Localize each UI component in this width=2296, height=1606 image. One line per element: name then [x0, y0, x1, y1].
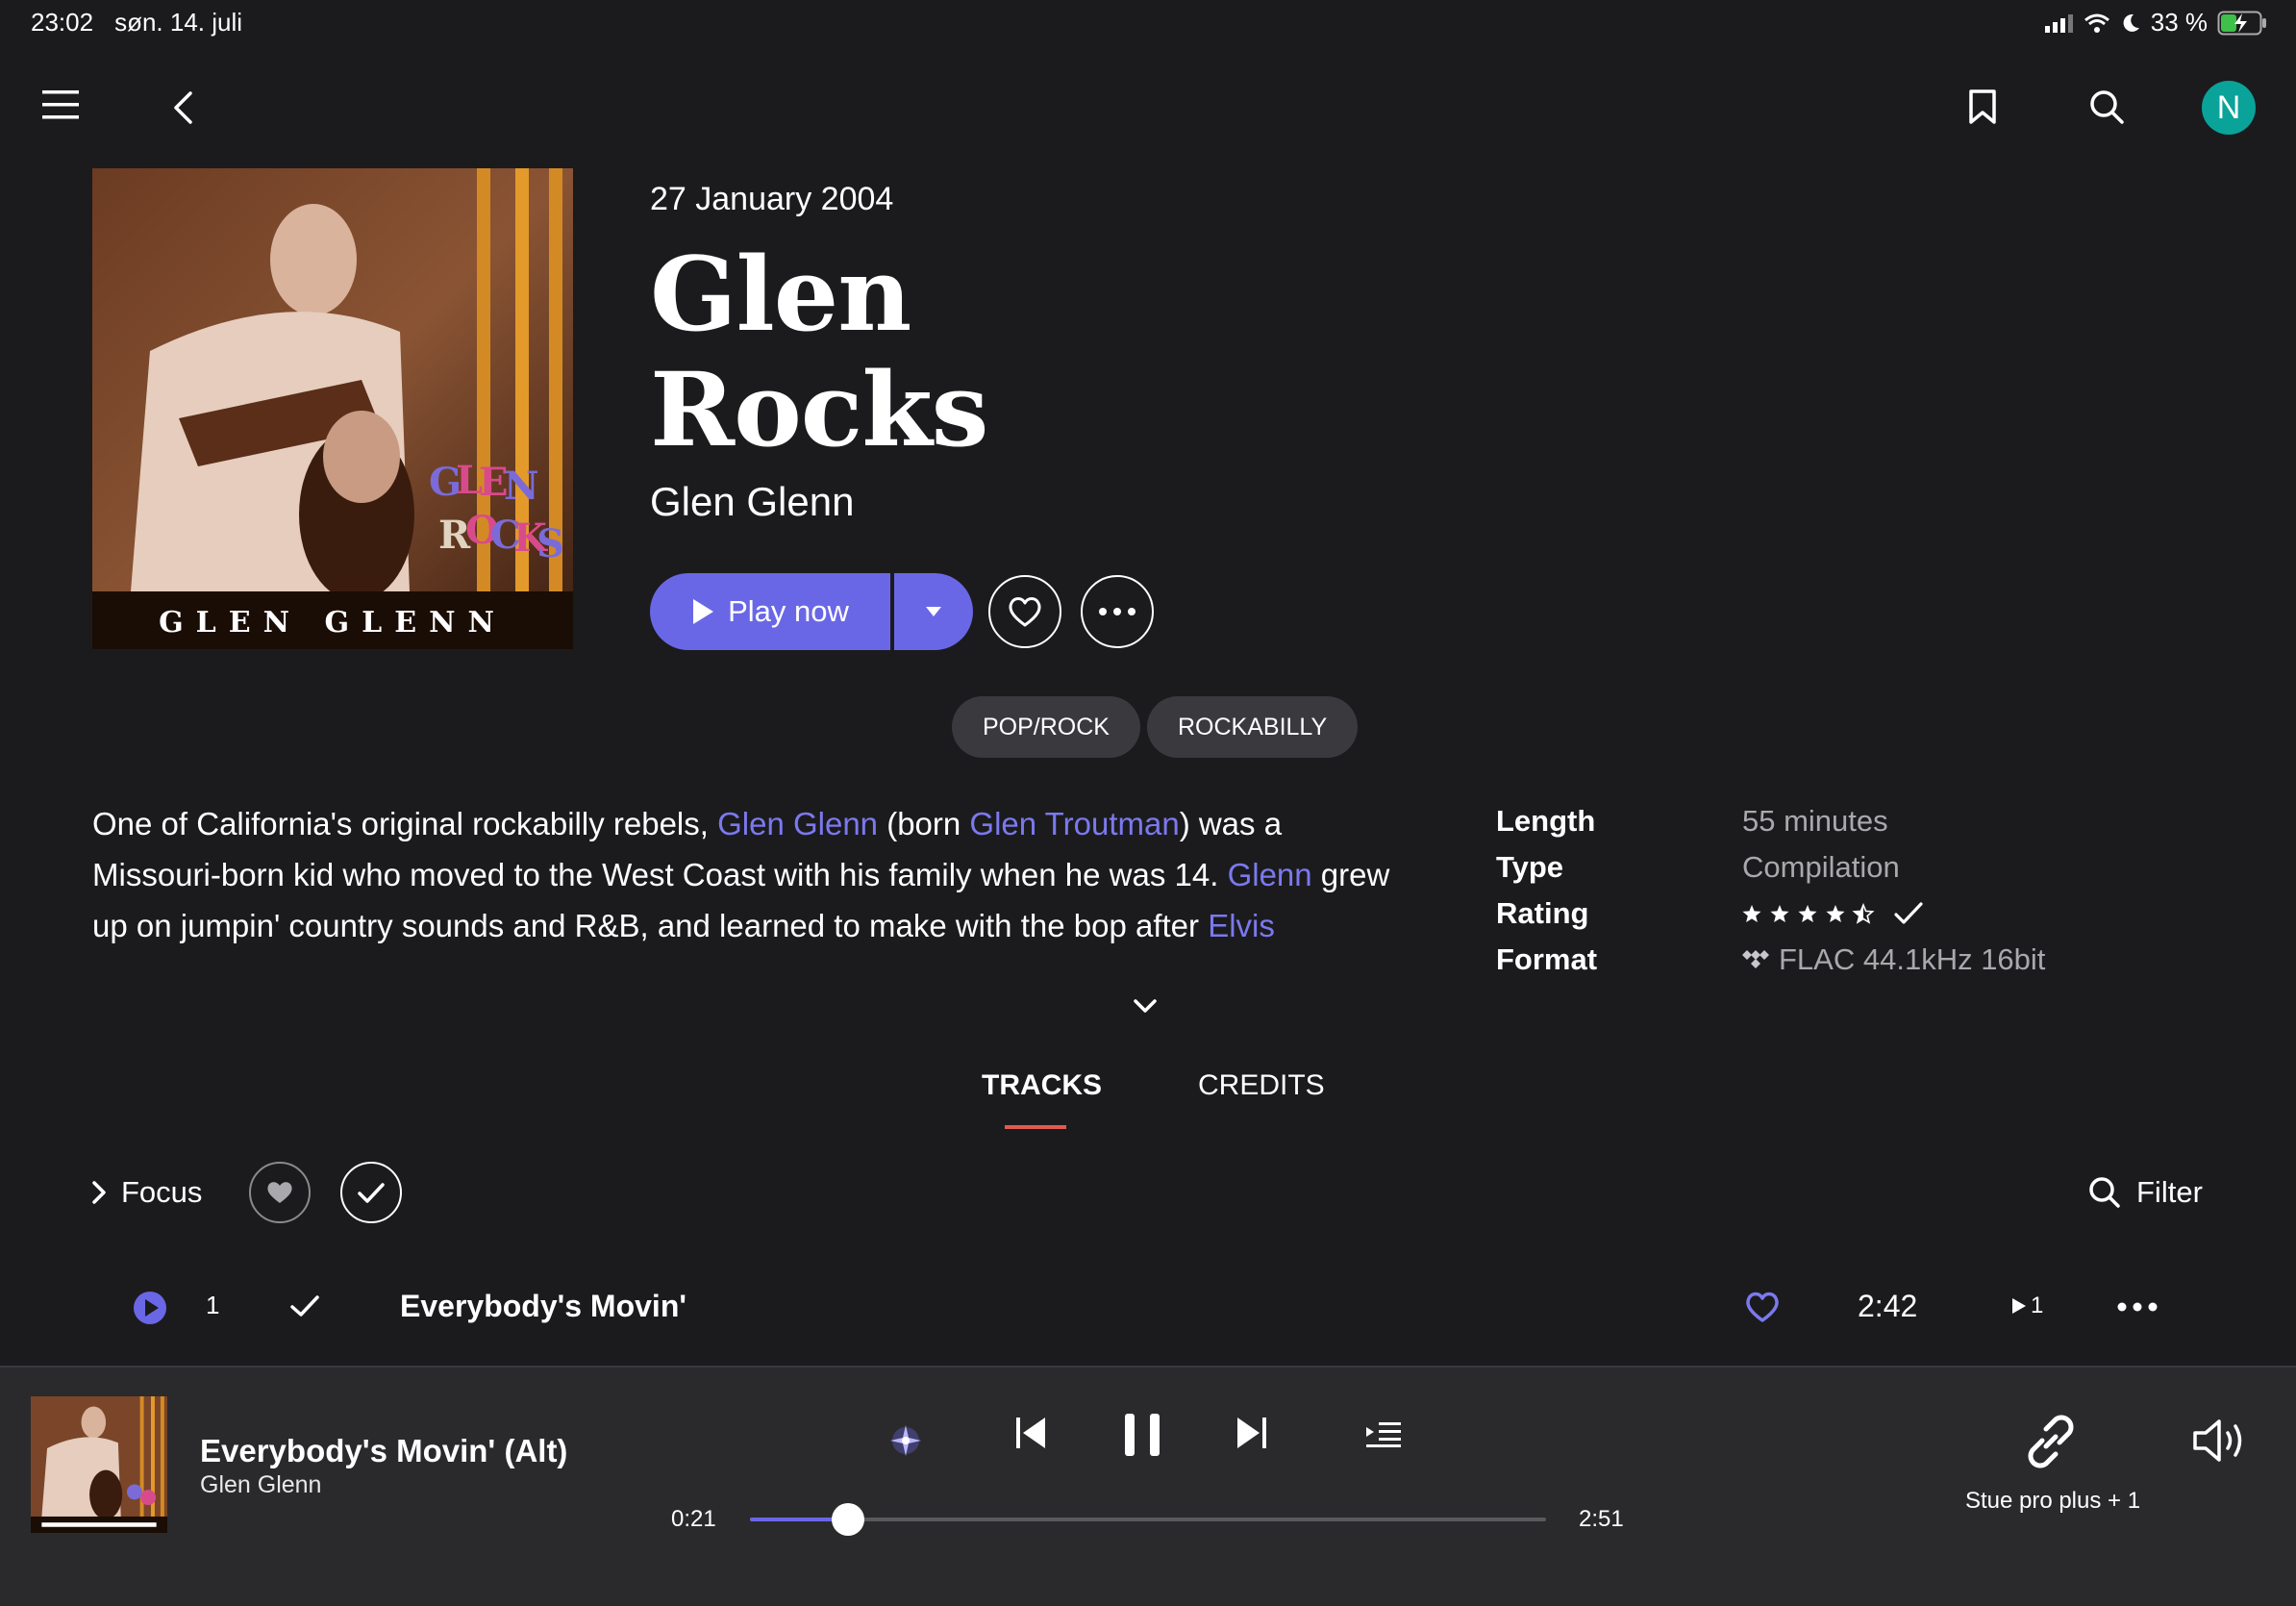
genre-chip-pop-rock[interactable]: POP/ROCK: [952, 696, 1140, 758]
search-icon[interactable]: [2088, 88, 2125, 125]
now-playing-bar: [0, 1366, 2296, 1606]
track-play-icon[interactable]: [133, 1291, 167, 1325]
link-glenn[interactable]: Glenn: [1228, 857, 1312, 892]
meta-value-format: FLAC 44.1kHz 16bit: [1779, 942, 2046, 976]
queue-icon[interactable]: [1365, 1419, 1402, 1448]
checkmark-icon: [358, 1182, 385, 1203]
play-button-group: Play now: [650, 573, 973, 650]
album-title-line-1: Glen: [650, 234, 911, 354]
album-cover: GLEN ROCKS GLEN GLENN: [92, 168, 573, 649]
more-options-button[interactable]: [1081, 575, 1154, 648]
wifi-icon: [2084, 13, 2110, 34]
genre-chip-rockabilly[interactable]: ROCKABILLY: [1147, 696, 1359, 758]
meta-value-type: Compilation: [1742, 850, 1900, 884]
chevron-right-icon: [92, 1181, 106, 1204]
filter-button[interactable]: Filter: [2088, 1175, 2203, 1210]
status-bar-left: 23:02 søn. 14. juli: [31, 8, 242, 38]
battery-charging-icon: [2217, 11, 2267, 36]
track-owned-checkmark-icon: [290, 1294, 319, 1317]
expand-description-chevron-icon[interactable]: [1133, 998, 1158, 1014]
total-time: 2:51: [1579, 1506, 1624, 1532]
status-time: 23:02: [31, 8, 94, 37]
description-text: (born: [878, 806, 970, 841]
album-title: Glen Rocks: [650, 237, 1419, 467]
meta-label-rating: Rating: [1496, 896, 1589, 930]
now-playing-artist[interactable]: Glen Glenn: [200, 1471, 321, 1499]
track-more-icon[interactable]: [2117, 1302, 2158, 1312]
link-glen-glenn[interactable]: Glen Glenn: [717, 806, 878, 841]
filter-owned-button[interactable]: [340, 1162, 402, 1223]
active-tab-indicator: [1005, 1125, 1066, 1129]
focus-label: Focus: [121, 1175, 203, 1209]
next-track-icon[interactable]: [1235, 1416, 1267, 1450]
focus-toggle[interactable]: Focus: [92, 1175, 202, 1210]
filter-favorites-button[interactable]: [249, 1162, 311, 1223]
radio-sparkle-icon[interactable]: [885, 1419, 927, 1462]
volume-icon[interactable]: [2192, 1418, 2250, 1464]
now-playing-cover[interactable]: [31, 1396, 167, 1533]
signal-icon: [2044, 13, 2074, 33]
more-dots-icon: [1098, 608, 1136, 615]
previous-track-icon[interactable]: [1015, 1416, 1048, 1450]
track-title[interactable]: Everybody's Movin': [400, 1289, 686, 1324]
heart-filled-icon: [266, 1181, 293, 1204]
favorite-button[interactable]: [988, 575, 1061, 648]
back-arrow-icon[interactable]: [171, 90, 194, 125]
star-rating-icon: [1742, 902, 1923, 924]
tab-tracks[interactable]: TRACKS: [982, 1069, 1102, 1102]
now-playing-title[interactable]: Everybody's Movin' (Alt): [200, 1433, 567, 1469]
battery-percent: 33 %: [2150, 8, 2208, 37]
track-play-count: 1: [2011, 1292, 2043, 1319]
track-duration: 2:42: [1858, 1289, 1918, 1323]
album-title-line-2: Rocks: [650, 349, 988, 469]
status-bar-right: 33 %: [2044, 8, 2267, 38]
meta-value-length: 55 minutes: [1742, 804, 1888, 838]
output-device-name[interactable]: Stue pro plus + 1: [1961, 1487, 2144, 1515]
play-options-dropdown[interactable]: [894, 573, 973, 650]
play-now-button[interactable]: Play now: [650, 573, 890, 650]
track-heart-icon[interactable]: [1744, 1291, 1781, 1323]
progress-track[interactable]: [750, 1518, 1546, 1521]
tidal-icon: [1742, 950, 1769, 969]
tab-credits[interactable]: CREDITS: [1198, 1069, 1325, 1102]
meta-format: FLAC 44.1kHz 16bit: [1742, 942, 2045, 977]
meta-label-format: Format: [1496, 942, 1598, 976]
svg-text:N: N: [504, 464, 539, 509]
moon-icon: [2120, 13, 2141, 34]
play-small-icon: [2011, 1297, 2027, 1315]
status-date: søn. 14. juli: [114, 8, 243, 37]
play-now-label: Play now: [728, 594, 849, 628]
caret-down-icon: [925, 606, 942, 617]
track-number: 1: [206, 1291, 220, 1319]
track-plays-value: 1: [2031, 1292, 2044, 1318]
link-elvis[interactable]: Elvis: [1208, 908, 1275, 943]
elapsed-time: 0:21: [671, 1506, 716, 1532]
link-device-icon[interactable]: [2017, 1408, 2084, 1475]
pause-icon[interactable]: [1123, 1412, 1161, 1458]
play-icon: [691, 598, 714, 625]
heart-icon: [1008, 596, 1042, 627]
svg-text:S: S: [537, 521, 564, 566]
meta-label-type: Type: [1496, 850, 1564, 884]
release-date: 27 January 2004: [650, 181, 894, 217]
meta-label-length: Length: [1496, 804, 1596, 838]
user-avatar[interactable]: N: [2202, 81, 2256, 135]
album-description: One of California's original rockabilly …: [92, 798, 1400, 951]
description-text: One of California's original rockabilly …: [92, 806, 718, 841]
bookmark-icon[interactable]: [1967, 88, 1998, 125]
svg-text:GLEN GLENN: GLEN GLENN: [159, 606, 507, 640]
link-glen-troutman[interactable]: Glen Troutman: [969, 806, 1179, 841]
rating-stars[interactable]: [1742, 900, 1929, 927]
table-row[interactable]: [0, 1260, 2296, 1356]
artist-name[interactable]: Glen Glenn: [650, 479, 854, 525]
progress-thumb[interactable]: [832, 1503, 864, 1536]
filter-label: Filter: [2136, 1175, 2203, 1209]
menu-icon[interactable]: [42, 88, 81, 121]
search-icon: [2088, 1176, 2121, 1209]
